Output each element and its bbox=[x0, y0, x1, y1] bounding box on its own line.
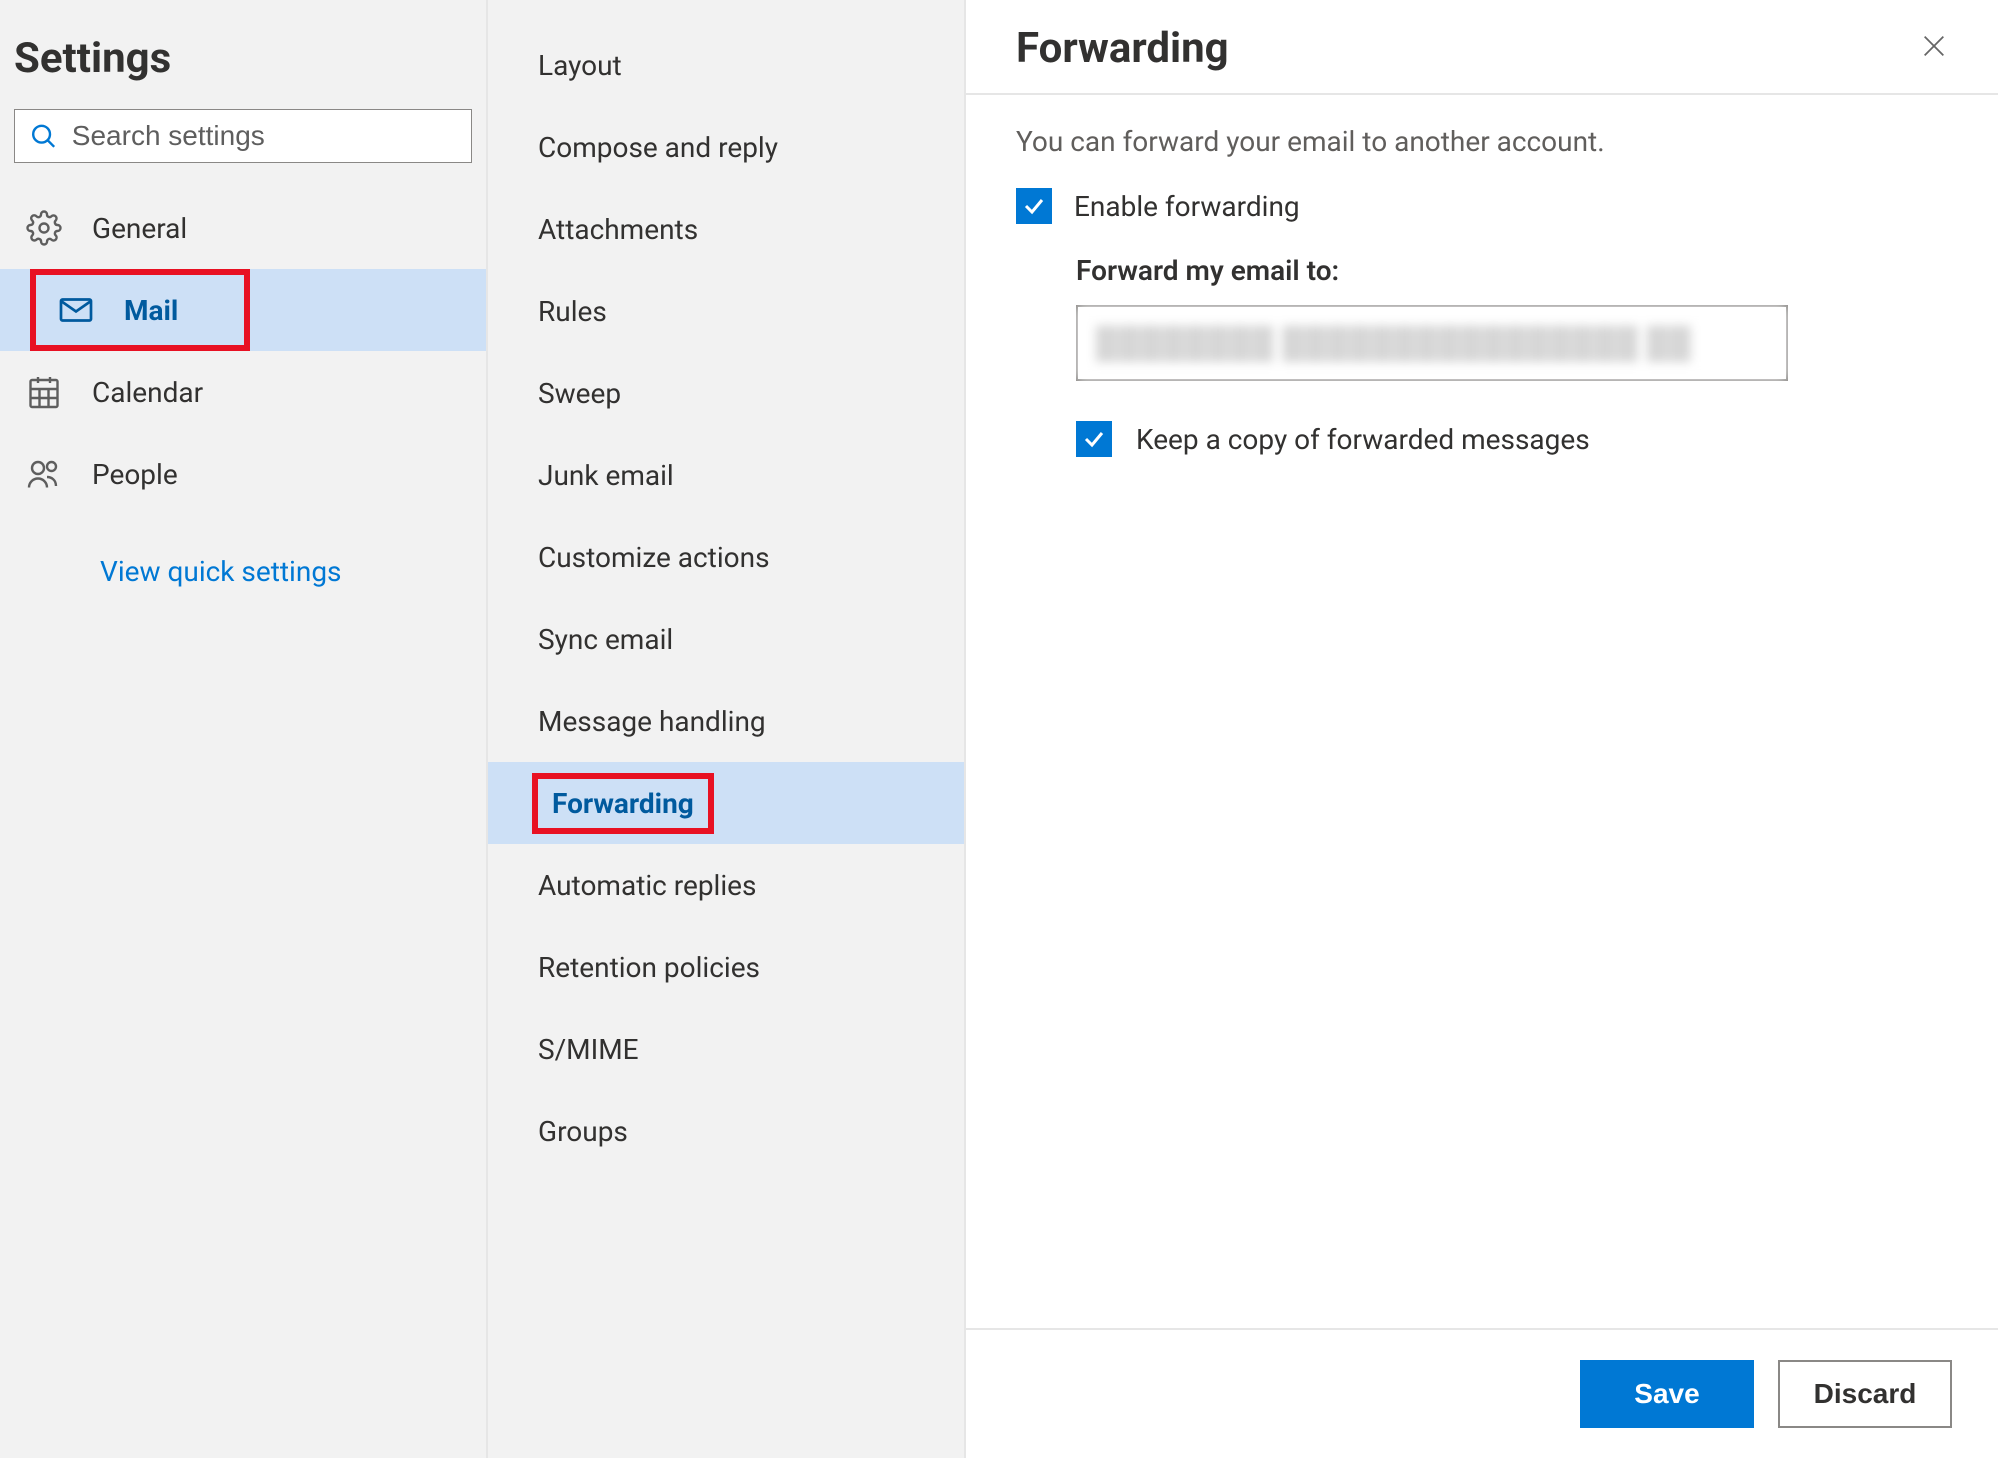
close-icon bbox=[1920, 32, 1948, 60]
save-button[interactable]: Save bbox=[1580, 1360, 1754, 1428]
main-panel: Forwarding You can forward your email to… bbox=[966, 0, 1998, 1458]
sub-item-attachments[interactable]: Attachments bbox=[488, 188, 964, 270]
forward-block: Forward my email to: ████████ ██████████… bbox=[1016, 254, 1948, 381]
sub-item-rules[interactable]: Rules bbox=[488, 270, 964, 352]
enable-forwarding-label: Enable forwarding bbox=[1074, 190, 1300, 223]
keep-copy-row: Keep a copy of forwarded messages bbox=[1016, 421, 1948, 457]
settings-sidebar: Settings General Mail Calendar People Vi… bbox=[0, 0, 488, 1458]
annotation-red-box-forwarding: Forwarding bbox=[532, 773, 714, 834]
sub-item-customize[interactable]: Customize actions bbox=[488, 516, 964, 598]
annotation-red-box-mail: Mail bbox=[30, 269, 250, 351]
sidebar-label-general: General bbox=[92, 212, 187, 245]
view-quick-settings-link[interactable]: View quick settings bbox=[0, 515, 486, 588]
main-header: Forwarding bbox=[966, 0, 1998, 95]
sidebar-item-mail[interactable]: Mail bbox=[0, 269, 486, 351]
forward-to-input[interactable] bbox=[1076, 305, 1788, 381]
sidebar-item-calendar[interactable]: Calendar bbox=[0, 351, 486, 433]
settings-title: Settings bbox=[0, 26, 486, 109]
search-input-wrap[interactable] bbox=[14, 109, 472, 163]
forward-to-label: Forward my email to: bbox=[1076, 254, 1948, 287]
search-icon bbox=[29, 120, 58, 152]
search-input[interactable] bbox=[72, 120, 457, 152]
checkmark-icon bbox=[1022, 194, 1046, 218]
sub-item-groups[interactable]: Groups bbox=[488, 1090, 964, 1172]
sub-item-retention[interactable]: Retention policies bbox=[488, 926, 964, 1008]
close-button[interactable] bbox=[1920, 24, 1948, 66]
page-title: Forwarding bbox=[1016, 24, 1229, 73]
main-body: You can forward your email to another ac… bbox=[966, 95, 1998, 1328]
footer: Save Discard bbox=[966, 1328, 1998, 1458]
enable-forwarding-checkbox[interactable] bbox=[1016, 188, 1052, 224]
sub-item-forwarding[interactable]: Forwarding bbox=[488, 762, 964, 844]
intro-text: You can forward your email to another ac… bbox=[1016, 125, 1948, 158]
people-icon bbox=[26, 456, 62, 492]
sub-item-compose[interactable]: Compose and reply bbox=[488, 106, 964, 188]
sidebar-label-people: People bbox=[92, 458, 178, 491]
sub-item-handling[interactable]: Message handling bbox=[488, 680, 964, 762]
sub-item-sweep[interactable]: Sweep bbox=[488, 352, 964, 434]
sidebar-label-mail: Mail bbox=[124, 294, 178, 327]
discard-button[interactable]: Discard bbox=[1778, 1360, 1952, 1428]
sub-item-layout[interactable]: Layout bbox=[488, 24, 964, 106]
enable-forwarding-row: Enable forwarding bbox=[1016, 188, 1948, 224]
mail-subpanel: Layout Compose and reply Attachments Rul… bbox=[488, 0, 966, 1458]
sub-item-smime[interactable]: S/MIME bbox=[488, 1008, 964, 1090]
keep-copy-label: Keep a copy of forwarded messages bbox=[1136, 423, 1590, 456]
gear-icon bbox=[26, 210, 62, 246]
sub-item-sync[interactable]: Sync email bbox=[488, 598, 964, 680]
mail-icon bbox=[58, 292, 94, 328]
sidebar-item-general[interactable]: General bbox=[0, 187, 486, 269]
keep-copy-checkbox[interactable] bbox=[1076, 421, 1112, 457]
calendar-icon bbox=[26, 374, 62, 410]
checkmark-icon bbox=[1082, 427, 1106, 451]
sub-item-junk[interactable]: Junk email bbox=[488, 434, 964, 516]
sidebar-label-calendar: Calendar bbox=[92, 376, 203, 409]
sub-item-autoreply[interactable]: Automatic replies bbox=[488, 844, 964, 926]
sidebar-item-people[interactable]: People bbox=[0, 433, 486, 515]
